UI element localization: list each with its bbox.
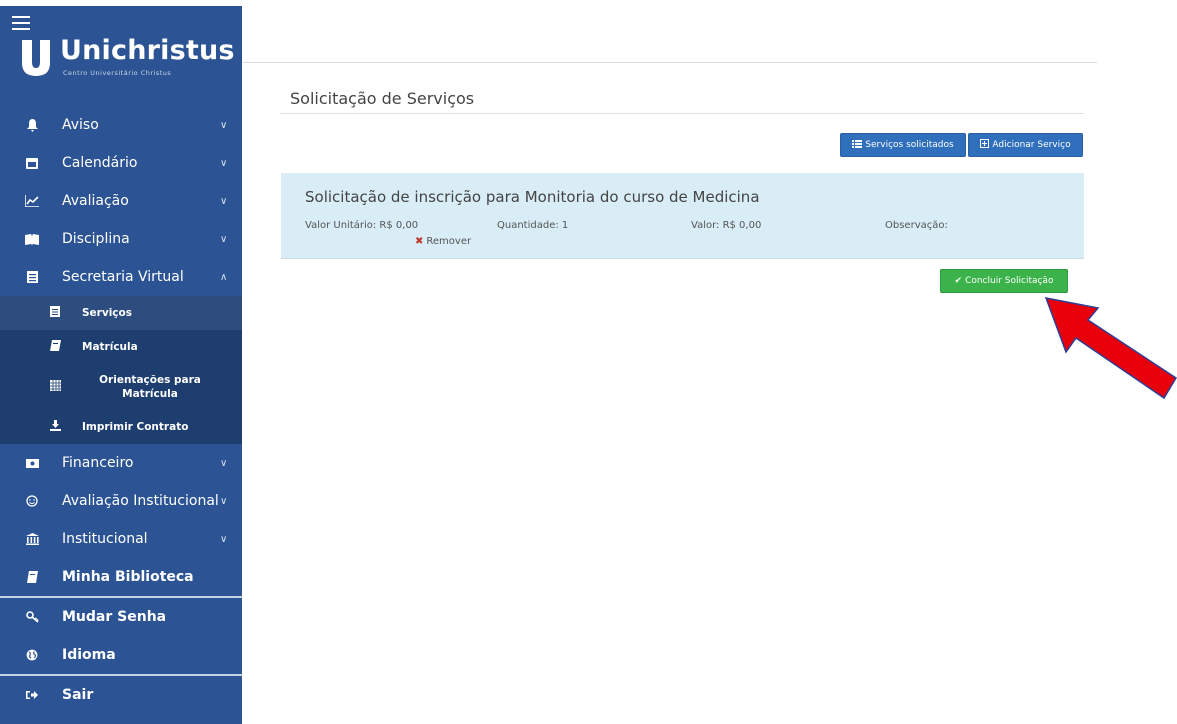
- submenu-item-label: Matrícula: [82, 341, 138, 353]
- chevron-down-icon: ∨: [220, 119, 228, 131]
- requested-services-button[interactable]: Serviços solicitados: [840, 133, 966, 157]
- chevron-down-icon: ∨: [220, 533, 228, 545]
- sidebar-item-label: Financeiro: [62, 455, 134, 471]
- logo-mark-icon: [22, 40, 50, 76]
- sidebar-item-secretaria-virtual[interactable]: Secretaria Virtual ∧: [0, 258, 242, 296]
- calendar-grid-icon: [48, 380, 62, 394]
- sidebar-item-minha-biblioteca[interactable]: Minha Biblioteca: [0, 558, 242, 596]
- sidebar-item-disciplina[interactable]: Disciplina ∨: [0, 220, 242, 258]
- secretaria-submenu: Serviços Matrícula Orientações para Matr…: [0, 296, 242, 444]
- submenu-item-orientacoes[interactable]: Orientações para Matrícula: [0, 364, 242, 410]
- title-divider: [280, 113, 1084, 114]
- sidebar-item-label: Disciplina: [62, 231, 130, 247]
- list-icon: [852, 139, 863, 151]
- remove-label: Remover: [426, 236, 472, 247]
- money-icon: [24, 455, 40, 471]
- requested-services-label: Serviços solicitados: [865, 140, 954, 150]
- sidebar-item-mudar-senha[interactable]: Mudar Senha: [0, 598, 242, 636]
- sidebar-item-avaliacao[interactable]: Avaliação ∨: [0, 182, 242, 220]
- plus-square-icon: [980, 139, 990, 151]
- add-service-label: Adicionar Serviço: [992, 140, 1071, 150]
- document-icon: [24, 269, 40, 285]
- close-icon: ✖: [415, 236, 424, 247]
- submenu-item-matricula[interactable]: Matrícula: [0, 330, 242, 364]
- submenu-item-label: Orientações para Matrícula: [99, 374, 201, 400]
- book-icon: [24, 569, 40, 585]
- globe-icon: [24, 647, 40, 663]
- value: Valor: R$ 0,00: [691, 220, 762, 231]
- chart-line-icon: [24, 193, 40, 209]
- sign-out-icon: [24, 687, 40, 703]
- add-service-button[interactable]: Adicionar Serviço: [968, 133, 1083, 157]
- sidebar-item-financeiro[interactable]: Financeiro ∨: [0, 444, 242, 482]
- chevron-down-icon: ∨: [220, 233, 228, 245]
- check-icon: ✔: [954, 276, 963, 286]
- sidebar-item-calendario[interactable]: Calendário ∨: [0, 144, 242, 182]
- sidebar: Unichristus Centro Universitário Christu…: [0, 6, 242, 724]
- document-icon: [48, 306, 62, 320]
- bell-icon: [24, 117, 40, 133]
- calendar-icon: [24, 155, 40, 171]
- submenu-item-servicos[interactable]: Serviços: [0, 296, 242, 330]
- header-divider: [243, 62, 1097, 63]
- sidebar-item-label: Avaliação: [62, 193, 129, 209]
- chevron-down-icon: ∨: [220, 157, 228, 169]
- sidebar-item-label: Sair: [62, 687, 94, 703]
- observation: Observação:: [885, 220, 948, 231]
- key-icon: [24, 609, 40, 625]
- chevron-down-icon: ∨: [220, 457, 228, 469]
- sidebar-item-aviso[interactable]: Aviso ∨: [0, 106, 242, 144]
- sidebar-item-label: Calendário: [62, 155, 138, 171]
- annotation-arrow: [1044, 297, 1177, 400]
- service-title: Solicitação de inscrição para Monitoria …: [305, 188, 760, 206]
- brand-subtitle: Centro Universitário Christus: [63, 69, 172, 77]
- page-title: Solicitação de Serviços: [290, 89, 475, 108]
- institution-icon: [24, 531, 40, 547]
- smile-icon: [24, 493, 40, 509]
- sidebar-item-idioma[interactable]: Idioma: [0, 636, 242, 674]
- sidebar-item-label: Idioma: [62, 647, 116, 663]
- sidebar-item-avaliacao-institucional[interactable]: Avaliação Institucional ∨: [0, 482, 242, 520]
- submenu-item-label: Imprimir Contrato: [82, 421, 189, 433]
- quantity: Quantidade: 1: [497, 220, 569, 231]
- sidebar-item-label: Aviso: [62, 117, 99, 133]
- download-icon: [48, 420, 62, 434]
- brand-name: Unichristus: [60, 35, 235, 66]
- submenu-item-label: Serviços: [82, 307, 132, 319]
- logo: Unichristus Centro Universitário Christu…: [20, 26, 235, 88]
- sidebar-item-label: Minha Biblioteca: [62, 569, 194, 585]
- remove-link[interactable]: ✖ Remover: [415, 236, 471, 247]
- sidebar-item-institucional[interactable]: Institucional ∨: [0, 520, 242, 558]
- sidebar-item-label: Secretaria Virtual: [62, 269, 184, 285]
- sidebar-item-sair[interactable]: Sair: [0, 676, 242, 714]
- sidebar-item-label: Institucional: [62, 531, 148, 547]
- sidebar-menu: Aviso ∨ Calendário ∨ Avaliação ∨ Discipl…: [0, 106, 242, 714]
- conclude-request-label: Concluir Solicitação: [965, 276, 1054, 286]
- unit-value: Valor Unitário: R$ 0,00: [305, 220, 419, 231]
- chevron-down-icon: ∨: [220, 495, 228, 507]
- chevron-up-icon: ∧: [220, 271, 228, 283]
- book-icon: [48, 340, 62, 354]
- submenu-item-imprimir-contrato[interactable]: Imprimir Contrato: [0, 410, 242, 444]
- book-open-icon: [24, 231, 40, 247]
- chevron-down-icon: ∨: [220, 195, 228, 207]
- service-item: Solicitação de inscrição para Monitoria …: [281, 173, 1084, 259]
- sidebar-item-label: Mudar Senha: [62, 609, 167, 625]
- sidebar-item-label: Avaliação Institucional: [62, 493, 219, 509]
